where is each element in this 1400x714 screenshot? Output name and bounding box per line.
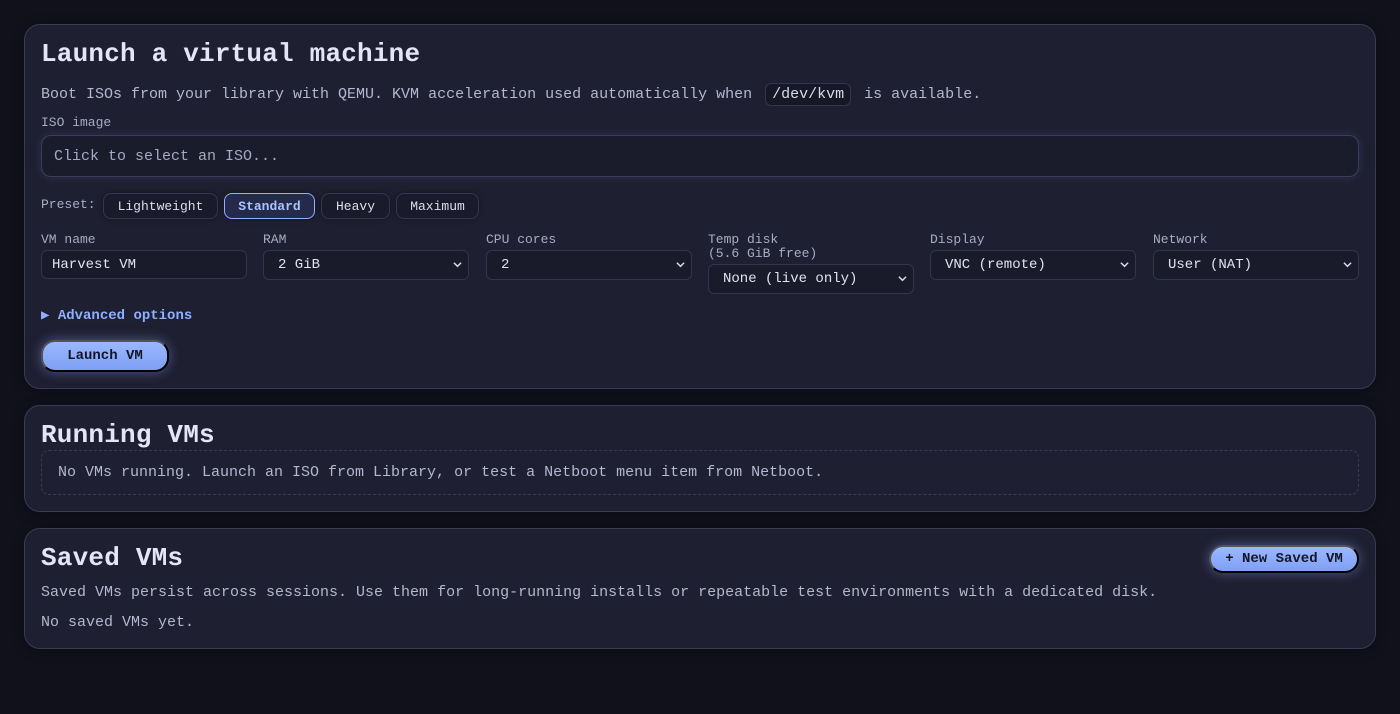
display-label: Display [930, 232, 985, 247]
saved-description: Saved VMs persist across sessions. Use t… [41, 584, 1158, 601]
display-value: VNC (remote) [945, 257, 1046, 273]
preset-heavy-button[interactable]: Heavy [321, 193, 390, 219]
chevron-down-icon [676, 262, 685, 268]
network-label: Network [1153, 232, 1208, 247]
advanced-options-toggle[interactable]: ▶ Advanced options [41, 307, 192, 324]
ram-select[interactable]: 2 GiB [263, 250, 469, 280]
preset-maximum-button[interactable]: Maximum [396, 193, 479, 219]
saved-title: Saved VMs [41, 543, 184, 573]
cpu-select[interactable]: 2 [486, 250, 692, 280]
launch-description: Boot ISOs from your library with QEMU. K… [41, 83, 981, 106]
chevron-down-icon [1343, 262, 1352, 268]
running-empty-state: No VMs running. Launch an ISO from Libra… [41, 450, 1359, 495]
cpu-value: 2 [501, 257, 510, 273]
preset-standard-button[interactable]: Standard [224, 193, 315, 219]
network-select[interactable]: User (NAT) [1153, 250, 1359, 280]
iso-label: ISO image [41, 115, 112, 130]
vm-name-input[interactable]: Harvest VM [41, 250, 247, 279]
vm-name-value: Harvest VM [52, 256, 137, 273]
kvm-path-code: /dev/kvm [765, 83, 852, 106]
preset-label: Preset: [41, 197, 96, 212]
launch-description-text-end: is available. [864, 86, 982, 103]
vm-name-label: VM name [41, 232, 96, 247]
iso-select-field[interactable]: Click to select an ISO... [41, 135, 1359, 177]
chevron-down-icon [453, 262, 462, 268]
temp-disk-select[interactable]: None (live only) [708, 264, 914, 294]
display-select[interactable]: VNC (remote) [930, 250, 1136, 280]
launch-vm-button[interactable]: Launch VM [41, 340, 169, 372]
chevron-down-icon [1120, 262, 1129, 268]
running-empty-text: No VMs running. Launch an ISO from Libra… [58, 464, 824, 481]
running-title: Running VMs [41, 420, 215, 450]
launch-vm-card: Launch a virtual machine Boot ISOs from … [24, 24, 1376, 389]
temp-disk-free-label: (5.6 GiB free) [708, 246, 818, 261]
iso-placeholder: Click to select an ISO... [54, 147, 280, 165]
temp-disk-label: Temp disk [708, 232, 779, 247]
saved-empty-text: No saved VMs yet. [41, 614, 195, 631]
temp-disk-value: None (live only) [723, 271, 858, 287]
launch-description-text: Boot ISOs from your library with QEMU. K… [41, 86, 753, 103]
running-vms-card: Running VMs No VMs running. Launch an IS… [24, 405, 1376, 512]
new-saved-vm-button[interactable]: + New Saved VM [1209, 545, 1359, 573]
network-value: User (NAT) [1168, 257, 1253, 273]
preset-lightweight-button[interactable]: Lightweight [103, 193, 218, 219]
ram-label: RAM [263, 232, 287, 247]
saved-vms-card: Saved VMs + New Saved VM Saved VMs persi… [24, 528, 1376, 649]
launch-title: Launch a virtual machine [41, 39, 421, 69]
cpu-label: CPU cores [486, 232, 557, 247]
chevron-down-icon [898, 276, 907, 282]
ram-value: 2 GiB [278, 257, 321, 273]
